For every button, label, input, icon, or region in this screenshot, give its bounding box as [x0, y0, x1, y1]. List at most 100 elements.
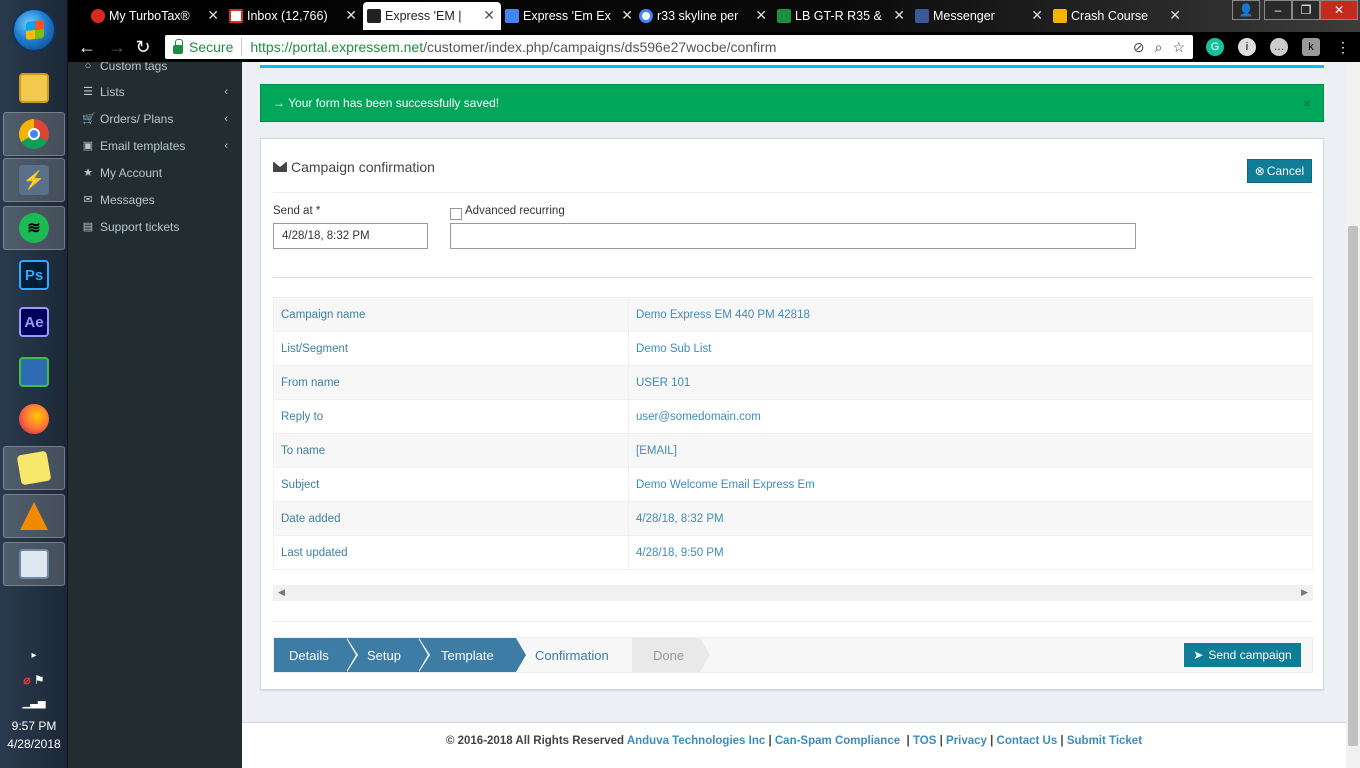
close-tab-icon[interactable]: ✕	[755, 7, 767, 24]
detail-key: Subject	[273, 467, 629, 502]
step-done[interactable]: Done	[632, 638, 710, 672]
bookmark-star-icon[interactable]: ☆	[1172, 39, 1185, 56]
close-tab-icon[interactable]: ✕	[893, 7, 905, 24]
show-hidden-icons-icon[interactable]: ▸	[0, 650, 68, 661]
spotify-icon[interactable]: ≋	[3, 206, 65, 250]
profile-icon[interactable]: 👤	[1232, 0, 1260, 20]
reload-icon[interactable]: ↻	[132, 36, 154, 58]
omnibox-separator	[241, 38, 243, 56]
send-at-input[interactable]: 4/28/18, 8:32 PM	[273, 223, 428, 249]
grammarly-icon[interactable]: G	[1206, 38, 1224, 56]
tos-link[interactable]: TOS	[913, 735, 936, 747]
network-signal-icon[interactable]: ▁▃▅	[0, 698, 68, 709]
contact-us-link[interactable]: Contact Us	[997, 735, 1058, 747]
close-window-icon[interactable]: ✕	[1320, 0, 1358, 20]
extension-icon[interactable]: k	[1302, 38, 1320, 56]
sidebar-item-messages[interactable]: ✉ Messages	[68, 186, 242, 213]
vertical-scrollbar[interactable]	[1346, 62, 1360, 768]
cancel-button[interactable]: ⊗ Cancel	[1247, 159, 1312, 183]
list-icon: ☰	[83, 86, 93, 98]
action-center-icon[interactable]: ⚑	[34, 673, 45, 687]
tab-google-docs[interactable]: Express 'Em Ex ✕	[501, 2, 639, 30]
url-path: /customer/index.php/campaigns/ds596e27wo…	[423, 39, 777, 55]
start-button[interactable]	[12, 8, 56, 52]
vlc-icon[interactable]	[3, 494, 65, 538]
advanced-recurring-checkbox[interactable]	[450, 208, 462, 220]
chrome-icon[interactable]	[3, 112, 65, 156]
google-docs-icon	[505, 9, 519, 23]
gmail-icon	[229, 9, 243, 23]
back-icon[interactable]: ←	[76, 36, 98, 58]
send-campaign-button[interactable]: ➤ Send campaign	[1184, 643, 1301, 667]
clock-date[interactable]: 4/28/2018	[0, 737, 68, 751]
zoom-icon[interactable]: ⌕	[1155, 39, 1163, 56]
close-alert-icon[interactable]: ×	[1303, 95, 1311, 111]
lb-favicon-icon	[777, 9, 791, 23]
browser-toolbar: ← → ↻ Secure https://portal.expressem.ne…	[68, 32, 1360, 62]
submit-ticket-link[interactable]: Submit Ticket	[1067, 735, 1142, 747]
sidebar-item-my-account[interactable]: ★ My Account	[68, 159, 242, 186]
address-bar[interactable]: Secure https://portal.expressem.net/cust…	[165, 35, 1193, 59]
tab-crash-course[interactable]: Crash Course ✕	[1049, 2, 1187, 30]
tray-icons: ⌀ ⚑	[0, 673, 68, 687]
tab-lb-gtr[interactable]: LB GT-R R35 & ✕	[773, 2, 911, 30]
campaign-details-table: Campaign name Demo Express EM 440 PM 4281…	[273, 297, 1313, 570]
table-row: Subject Demo Welcome Email Express Em	[273, 467, 1313, 502]
detail-key: From name	[273, 365, 629, 400]
calculator-icon[interactable]	[3, 542, 65, 586]
file-explorer-icon[interactable]	[3, 66, 65, 110]
privacy-link[interactable]: Privacy	[946, 735, 987, 747]
step-template[interactable]: Template	[418, 638, 528, 672]
forward-icon[interactable]: →	[106, 36, 128, 58]
tab-expressem-active[interactable]: Express 'EM | ✕	[363, 2, 501, 30]
advanced-recurring-input[interactable]	[450, 223, 1136, 249]
sidebar-item-lists[interactable]: ☰ Lists ‹	[68, 78, 242, 105]
horizontal-scrollbar[interactable]: ◀ ▶	[273, 585, 1313, 601]
tab-messenger[interactable]: Messenger ✕	[911, 2, 1049, 30]
after-effects-icon[interactable]: Ae	[3, 300, 65, 344]
close-tab-icon[interactable]: ✕	[483, 7, 495, 24]
tab-turbotax[interactable]: My TurboTax® ✕	[87, 2, 225, 30]
sidebar-item-custom-tags[interactable]: ○ Custom tags	[68, 62, 242, 78]
network-tool-icon[interactable]	[3, 350, 65, 394]
can-spam-link[interactable]: Can-Spam Compliance	[775, 735, 900, 747]
sidebar-item-orders-plans[interactable]: 🛒 Orders/ Plans ‹	[68, 105, 242, 132]
close-tab-icon[interactable]: ✕	[621, 7, 633, 24]
photoshop-icon[interactable]: Ps	[3, 253, 65, 297]
table-row: Reply to user@somedomain.com	[273, 399, 1313, 434]
tab-gmail[interactable]: Inbox (12,766) ✕	[225, 2, 363, 30]
success-alert: → Your form has been successfully saved!…	[260, 84, 1324, 122]
antivirus-icon[interactable]: ⌀	[23, 673, 30, 687]
firefox-icon[interactable]	[3, 397, 65, 441]
restore-icon[interactable]: ❐	[1292, 0, 1320, 20]
scroll-right-icon[interactable]: ▶	[1301, 587, 1308, 598]
sticky-notes-icon[interactable]	[3, 446, 65, 490]
clock-time[interactable]: 9:57 PM	[0, 719, 68, 733]
blocked-content-icon[interactable]: ⊘	[1133, 39, 1145, 56]
close-tab-icon[interactable]: ✕	[1031, 7, 1043, 24]
image-icon: ▣	[82, 140, 94, 152]
scrollbar-thumb[interactable]	[1348, 226, 1358, 746]
putty-icon[interactable]: ⚡	[3, 158, 65, 202]
close-tab-icon[interactable]: ✕	[1169, 7, 1181, 24]
sidebar-item-label: Custom tags	[100, 62, 168, 73]
info-extension-icon[interactable]: i	[1238, 38, 1256, 56]
detail-key: List/Segment	[273, 331, 629, 366]
chevron-left-icon: ‹	[224, 112, 228, 125]
sidebar-item-email-templates[interactable]: ▣ Email templates ‹	[68, 132, 242, 159]
page-footer: © 2016-2018 All Rights Reserved Anduva T…	[242, 722, 1346, 768]
minimize-icon[interactable]: –	[1264, 0, 1292, 20]
scroll-left-icon[interactable]: ◀	[278, 587, 285, 598]
step-confirmation[interactable]: Confirmation	[516, 638, 632, 672]
detail-key: Reply to	[273, 399, 629, 434]
step-details[interactable]: Details	[274, 638, 358, 672]
sidebar-item-support-tickets[interactable]: ▤ Support tickets	[68, 213, 242, 240]
chrome-menu-icon[interactable]: ⋮	[1334, 38, 1352, 56]
company-link[interactable]: Anduva Technologies Inc	[627, 735, 765, 747]
close-tab-icon[interactable]: ✕	[345, 7, 357, 24]
tab-google-search[interactable]: r33 skyline per ✕	[635, 2, 773, 30]
detail-value: 4/28/18, 8:32 PM	[628, 501, 1313, 536]
sidebar-item-label: My Account	[100, 165, 163, 180]
close-tab-icon[interactable]: ✕	[207, 7, 219, 24]
chat-extension-icon[interactable]: …	[1270, 38, 1288, 56]
